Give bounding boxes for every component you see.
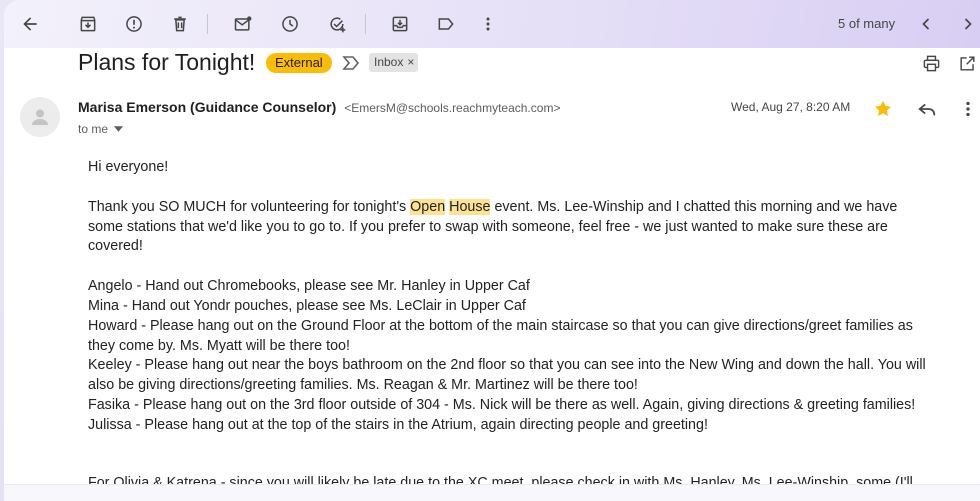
star-icon[interactable]: [872, 98, 894, 120]
toolbar-separator: [365, 14, 366, 34]
snooze-icon[interactable]: [276, 10, 304, 38]
assignment-line: Keeley - Please hang out near the boys b…: [88, 357, 926, 394]
email-subject: Plans for Tonight!: [78, 49, 256, 75]
assignment-line: Julissa - Please hang out at the top of …: [88, 416, 708, 433]
reply-icon[interactable]: [916, 98, 938, 120]
message-date: Wed, Aug 27, 8:20 AM: [731, 100, 851, 114]
bottom-edge: [4, 484, 980, 501]
intro-paragraph: Thank you SO MUCH for volunteering for t…: [88, 198, 928, 257]
open-in-new-window-icon[interactable]: [956, 52, 978, 74]
intro-before: Thank you SO MUCH for volunteering for t…: [88, 198, 411, 215]
move-to-icon[interactable]: [386, 10, 414, 38]
assignment-line: Angelo - Hand out Chromebooks, please se…: [88, 278, 530, 295]
recipient-text: to me: [78, 122, 109, 136]
toolbar-separator: [207, 14, 208, 34]
mark-unread-icon[interactable]: [229, 10, 257, 38]
add-to-tasks-icon[interactable]: [323, 10, 351, 38]
inbox-label-text: Inbox: [374, 55, 404, 69]
toolbar: 5 of many: [4, 0, 980, 48]
delete-icon[interactable]: [166, 10, 194, 38]
label-icon[interactable]: [432, 10, 460, 38]
archive-icon[interactable]: [74, 10, 102, 38]
print-icon[interactable]: [920, 52, 942, 74]
chevron-right-icon[interactable]: [954, 10, 980, 38]
search-highlight: House: [449, 198, 491, 215]
sender-email: <EmersM@schools.reachmyteach.com>: [344, 101, 561, 115]
cut-line-text: For Olivia & Katrena - since you will li…: [88, 475, 913, 484]
email-view: 5 of many Plans for Tonight! External In…: [4, 0, 980, 501]
chevron-left-icon[interactable]: [912, 10, 940, 38]
sender-line: Marisa Emerson (Guidance Counselor) <Eme…: [78, 99, 560, 115]
subject-row: Plans for Tonight! External Inbox ×: [4, 48, 980, 78]
message-body: Hi everyone! Thank you SO MUCH for volun…: [88, 158, 928, 436]
message-more-icon[interactable]: [958, 98, 978, 120]
important-marker-icon[interactable]: [342, 55, 360, 71]
more-vert-icon[interactable]: [474, 10, 502, 38]
assignment-line: Howard - Please hang out on the Ground F…: [88, 317, 913, 354]
report-spam-icon[interactable]: [120, 10, 148, 38]
inbox-label-chip: Inbox ×: [369, 53, 419, 72]
person-icon: [32, 109, 48, 125]
assignment-line: Fasika - Please hang out on the 3rd floo…: [88, 396, 916, 413]
partially-visible-line: For Olivia & Katrena - since you will li…: [88, 472, 928, 484]
recipient-details[interactable]: to me: [78, 122, 124, 136]
chevron-down-icon[interactable]: [114, 126, 124, 132]
greeting: Hi everyone!: [88, 159, 169, 175]
assignment-line: Mina - Hand out Yondr pouches, please se…: [88, 297, 526, 314]
search-highlight: Open: [410, 198, 446, 215]
external-badge: External: [266, 53, 332, 73]
remove-label-icon[interactable]: ×: [407, 53, 414, 72]
back-arrow-icon[interactable]: [16, 10, 44, 38]
sender-name[interactable]: Marisa Emerson (Guidance Counselor): [78, 99, 336, 115]
pager-count: 5 of many: [838, 16, 896, 31]
avatar[interactable]: [20, 97, 60, 137]
